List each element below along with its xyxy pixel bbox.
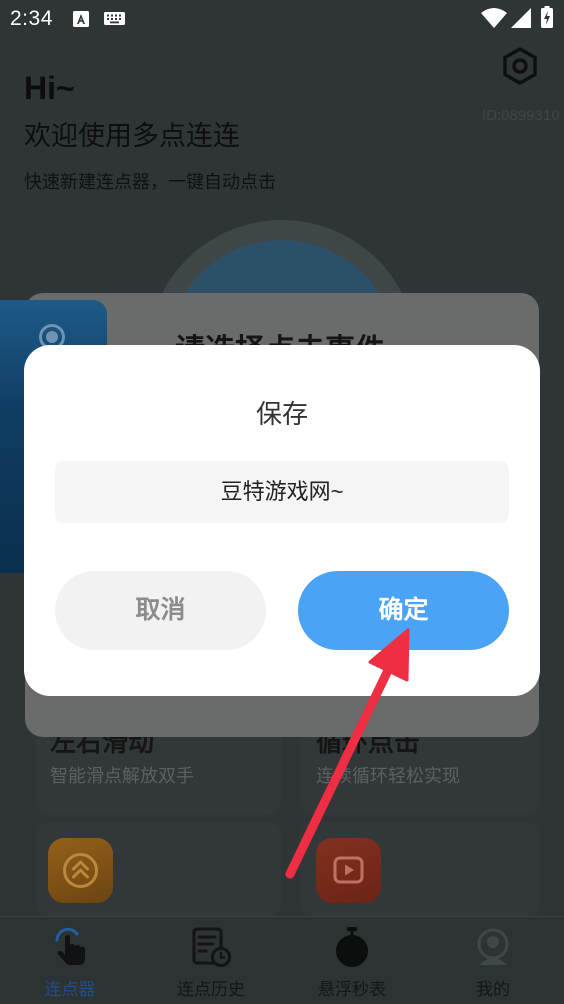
welcome-subtitle: 快速新建连点器，一键自动点击 (24, 172, 276, 192)
nav-item-profile[interactable]: 我的 (433, 917, 553, 1004)
save-dialog: 保存 豆特游戏网~ 取消 确定 (24, 345, 540, 696)
confirm-button[interactable]: 确定 (298, 571, 509, 650)
profile-icon (477, 928, 509, 965)
nav-label-history: 连点历史 (177, 980, 245, 999)
status-time: 2:34 (10, 7, 53, 30)
welcome-heading: 欢迎使用多点连连 (24, 121, 240, 151)
wifi-icon (481, 8, 507, 28)
text-a-icon (73, 11, 89, 27)
history-doc-icon (192, 927, 231, 967)
user-id: ID:0899310 (482, 107, 560, 124)
nav-label-profile: 我的 (476, 980, 510, 999)
nav-item-stopwatch[interactable]: 悬浮秒表 (292, 917, 412, 1004)
bottom-nav: 连点器 连点历史 悬浮秒表 我的 (0, 916, 564, 1004)
cancel-button[interactable]: 取消 (55, 571, 266, 650)
feature-icon-tile-orange (48, 838, 113, 903)
signal-icon (511, 8, 531, 28)
tap-hand-icon (55, 927, 85, 965)
save-dialog-title: 保存 (255, 399, 308, 429)
save-name-input[interactable]: 豆特游戏网~ (55, 461, 509, 523)
nav-item-clicker[interactable]: 连点器 (10, 917, 130, 1004)
keyboard-icon (104, 12, 125, 25)
nav-label-clicker: 连点器 (44, 980, 96, 999)
play-icon (333, 856, 364, 884)
battery-charging-icon (541, 6, 553, 28)
screen: 2:34 Hi~ 欢迎使用多点连连 快速新建连点器，一键自动点击 ID:0899… (0, 0, 564, 1004)
feature-icon-tile-red (316, 838, 381, 903)
feature-desc-loop: 连续循环轻松实现 (316, 766, 460, 786)
nav-item-history[interactable]: 连点历史 (151, 917, 271, 1004)
nav-label-stopwatch: 悬浮秒表 (318, 980, 386, 999)
feature-desc-swipe: 智能滑点解放双手 (50, 766, 194, 786)
settings-hex-icon[interactable] (500, 46, 540, 86)
greeting-title: Hi~ (24, 70, 75, 106)
stopwatch-icon (336, 927, 368, 967)
double-chevron-up-icon (63, 853, 98, 888)
status-bar: 2:34 (0, 0, 564, 38)
